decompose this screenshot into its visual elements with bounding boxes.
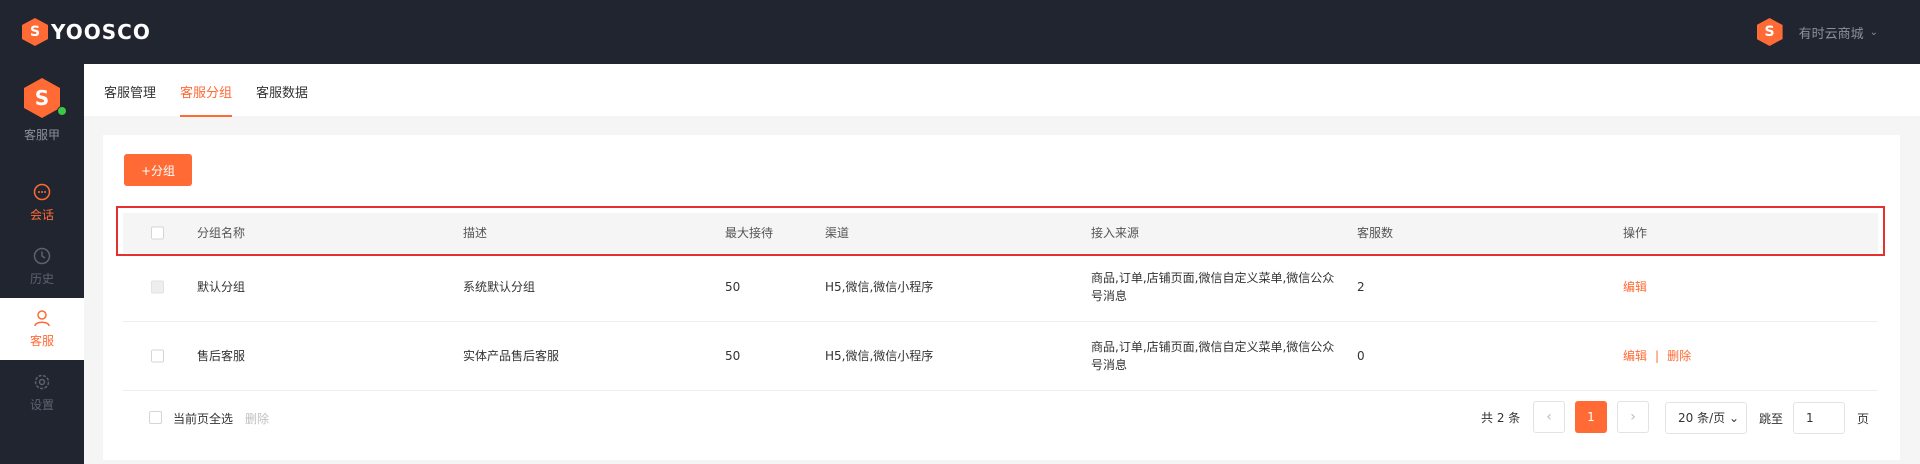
add-group-button[interactable]: +分组 bbox=[124, 154, 192, 186]
logo-hexagon-icon: S bbox=[22, 18, 48, 46]
sidebar-item-service[interactable]: 客服 bbox=[0, 298, 84, 360]
gear-icon bbox=[34, 374, 50, 390]
brand-name: YOOSCO bbox=[51, 20, 151, 44]
shop-name: 有时云商城 bbox=[1798, 26, 1864, 42]
user-icon bbox=[34, 310, 50, 327]
chevron-down-icon: ⌄ bbox=[1869, 26, 1878, 38]
group-description: 实体产品售后客服 bbox=[463, 349, 560, 363]
group-description: 系统默认分组 bbox=[463, 280, 536, 294]
group-name: 售后客服 bbox=[197, 349, 246, 363]
row-actions: 编辑 bbox=[1623, 278, 1647, 296]
clock-icon bbox=[33, 247, 51, 265]
sidebar-item-chat[interactable]: 会话 bbox=[0, 172, 84, 234]
bulk-delete-button[interactable]: 删除 bbox=[245, 410, 269, 427]
shop-switcher[interactable]: S 有时云商城 ⌄ bbox=[1756, 18, 1878, 46]
page-size-value: 20 条/页 bbox=[1678, 411, 1726, 425]
agent-avatar: S bbox=[24, 78, 60, 118]
table-row: 售后客服 实体产品售后客服 50 H5,微信,微信小程序 商品,订单,店铺页面,… bbox=[123, 322, 1878, 391]
group-max-reception: 50 bbox=[725, 349, 741, 363]
sidebar-item-label: 设置 bbox=[29, 398, 54, 412]
shop-logo-icon: S bbox=[1756, 18, 1783, 46]
row-checkbox[interactable] bbox=[151, 349, 164, 363]
agent-profile[interactable]: S 客服甲 bbox=[0, 78, 84, 143]
action-separator: | bbox=[1655, 349, 1660, 363]
group-source: 商品,订单,店铺页面,微信自定义菜单,微信公众 号消息 bbox=[1091, 338, 1334, 374]
sidebar-item-history[interactable]: 历史 bbox=[0, 236, 84, 298]
total-count: 共 2 条 bbox=[1481, 411, 1521, 425]
page-select-all-checkbox[interactable] bbox=[149, 411, 162, 424]
row-actions: 编辑 | 删除 bbox=[1623, 347, 1691, 365]
page-size-select[interactable]: 20 条/页 ⌄ bbox=[1665, 402, 1747, 434]
prev-page-button[interactable]: ‹ bbox=[1533, 401, 1565, 433]
page-unit-label: 页 bbox=[1857, 412, 1870, 426]
sidebar-item-label: 历史 bbox=[29, 272, 54, 286]
tab-service-groups[interactable]: 客服分组 bbox=[180, 82, 233, 117]
sidebar: S 客服甲 会话 历史 客服 设置 bbox=[0, 64, 84, 464]
group-max-reception: 50 bbox=[725, 280, 741, 294]
tab-service-management[interactable]: 客服管理 bbox=[104, 82, 156, 115]
next-page-button[interactable]: › bbox=[1617, 401, 1649, 433]
group-channel: H5,微信,微信小程序 bbox=[825, 280, 934, 294]
group-source-line: 号消息 bbox=[1091, 289, 1128, 303]
group-name: 默认分组 bbox=[197, 280, 246, 294]
current-page-button[interactable]: 1 bbox=[1575, 401, 1607, 433]
top-bar: S YOOSCO S 有时云商城 ⌄ bbox=[0, 0, 1920, 64]
row-checkbox bbox=[151, 280, 164, 294]
page-select-all-label[interactable]: 当前页全选 bbox=[173, 410, 233, 427]
group-agent-count: 2 bbox=[1357, 280, 1365, 294]
jump-label: 跳至 bbox=[1759, 412, 1784, 426]
group-channel: H5,微信,微信小程序 bbox=[825, 349, 934, 363]
brand-logo[interactable]: S YOOSCO bbox=[22, 18, 151, 46]
group-source-line: 商品,订单,店铺页面,微信自定义菜单,微信公众 bbox=[1091, 271, 1335, 285]
group-agent-count: 0 bbox=[1357, 349, 1365, 363]
group-source-line: 号消息 bbox=[1091, 358, 1128, 372]
group-panel: +分组 分组名称 描述 最大接待 渠道 接入来源 客服数 操作 默认分组 系统默… bbox=[103, 135, 1900, 460]
jump-page-input[interactable] bbox=[1793, 402, 1845, 434]
sidebar-item-label: 会话 bbox=[29, 208, 54, 222]
group-source: 商品,订单,店铺页面,微信自定义菜单,微信公众 号消息 bbox=[1091, 269, 1334, 305]
header-highlight-box bbox=[116, 206, 1885, 256]
sidebar-item-settings[interactable]: 设置 bbox=[0, 362, 84, 424]
edit-link[interactable]: 编辑 bbox=[1623, 280, 1647, 294]
chevron-down-icon: ⌄ bbox=[1728, 411, 1740, 425]
table-row: 默认分组 系统默认分组 50 H5,微信,微信小程序 商品,订单,店铺页面,微信… bbox=[123, 253, 1878, 322]
sidebar-item-label: 客服 bbox=[29, 334, 54, 348]
agent-name: 客服甲 bbox=[23, 128, 60, 142]
chat-icon bbox=[33, 183, 51, 201]
tab-bar: 客服管理 客服分组 客服数据 bbox=[84, 64, 1920, 117]
delete-link[interactable]: 删除 bbox=[1667, 349, 1691, 363]
tab-service-data[interactable]: 客服数据 bbox=[256, 82, 308, 115]
group-source-line: 商品,订单,店铺页面,微信自定义菜单,微信公众 bbox=[1091, 340, 1335, 354]
edit-link[interactable]: 编辑 bbox=[1623, 349, 1647, 363]
online-status-dot bbox=[57, 106, 67, 116]
